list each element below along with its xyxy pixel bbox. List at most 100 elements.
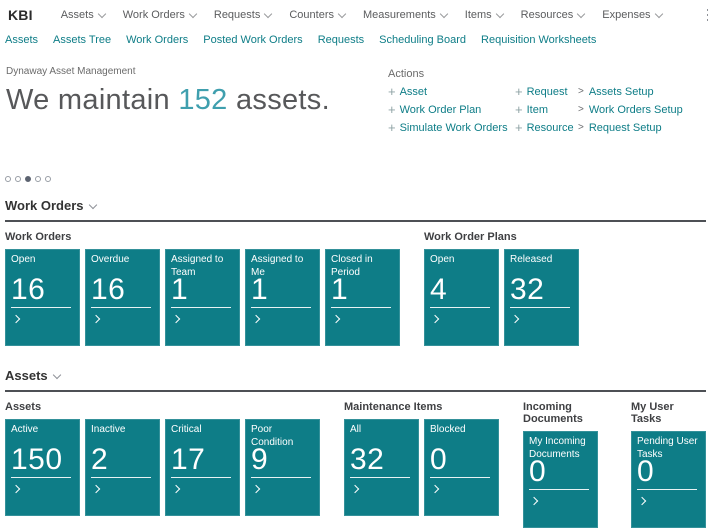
tile-poor-condition[interactable]: Poor Condition9 bbox=[245, 419, 320, 516]
action-simulate-work-orders[interactable]: +Simulate Work Orders bbox=[388, 122, 515, 134]
action-request[interactable]: +Request bbox=[515, 86, 578, 98]
menu-items[interactable]: Items bbox=[465, 9, 503, 21]
chevron-right-icon bbox=[351, 485, 359, 493]
headline-suffix: assets. bbox=[228, 84, 330, 116]
tiles-row: My Incoming Documents0 bbox=[523, 431, 607, 528]
tile-value: 150 bbox=[11, 443, 63, 477]
tile-blocked[interactable]: Blocked0 bbox=[424, 419, 499, 516]
quick-link-posted-work-orders[interactable]: Posted Work Orders bbox=[203, 34, 302, 46]
section-work-orders: Work Orders Work OrdersOpen16Overdue16Ass… bbox=[0, 198, 708, 346]
divider bbox=[91, 307, 151, 308]
tile-closed-in-period[interactable]: Closed in Period1 bbox=[325, 249, 400, 346]
chevron-down-icon bbox=[495, 9, 503, 17]
actions-title: Actions bbox=[388, 68, 700, 80]
menu-expenses[interactable]: Expenses bbox=[602, 9, 661, 21]
carousel-dot-5[interactable] bbox=[45, 176, 51, 182]
cue-sections: Work Orders Work OrdersOpen16Overdue16Ass… bbox=[0, 198, 708, 528]
chevron-right-icon: > bbox=[578, 105, 584, 115]
tile-value: 1 bbox=[331, 273, 348, 307]
divider bbox=[637, 489, 697, 490]
divider bbox=[251, 477, 311, 478]
tile-value: 0 bbox=[637, 455, 654, 489]
carousel-dot-3[interactable] bbox=[25, 176, 31, 182]
app-brand[interactable]: KBI bbox=[8, 7, 33, 23]
section-header-work-orders[interactable]: Work Orders bbox=[5, 198, 706, 222]
quick-link-work-orders[interactable]: Work Orders bbox=[126, 34, 188, 46]
quick-link-assets-tree[interactable]: Assets Tree bbox=[53, 34, 111, 46]
tile-released[interactable]: Released32 bbox=[504, 249, 579, 346]
tile-all[interactable]: All32 bbox=[344, 419, 419, 516]
quick-link-requisition-worksheets[interactable]: Requisition Worksheets bbox=[481, 34, 596, 46]
chevron-right-icon bbox=[431, 485, 439, 493]
divider bbox=[251, 307, 311, 308]
menu-work-orders[interactable]: Work Orders bbox=[123, 9, 196, 21]
divider bbox=[510, 307, 570, 308]
chevron-down-icon bbox=[264, 9, 272, 17]
carousel-dot-2[interactable] bbox=[15, 176, 21, 182]
actions-column: +Request +Item +Resource bbox=[515, 86, 578, 134]
tile-inactive[interactable]: Inactive2 bbox=[85, 419, 160, 516]
hero-section: Dynaway Asset Management We maintain 152… bbox=[0, 52, 708, 134]
tile-overdue[interactable]: Overdue16 bbox=[85, 249, 160, 346]
tile-pending-user-tasks[interactable]: Pending User Tasks0 bbox=[631, 431, 706, 528]
quick-links-bar: Assets Assets Tree Work Orders Posted Work … bbox=[0, 30, 708, 52]
divider bbox=[171, 477, 231, 478]
group-caption: Incoming Documents bbox=[523, 401, 607, 425]
carousel-dot-1[interactable] bbox=[5, 176, 11, 182]
menu-counters[interactable]: Counters bbox=[289, 9, 345, 21]
quick-link-assets[interactable]: Assets bbox=[5, 34, 38, 46]
chevron-right-icon bbox=[172, 485, 180, 493]
quick-link-scheduling-board[interactable]: Scheduling Board bbox=[379, 34, 466, 46]
tile-assigned-to-me[interactable]: Assigned to Me1 bbox=[245, 249, 320, 346]
chevron-right-icon bbox=[12, 485, 20, 493]
action-assets-setup[interactable]: >Assets Setup bbox=[578, 86, 700, 98]
action-work-orders-setup[interactable]: > Work Orders Setup bbox=[578, 104, 700, 116]
action-label: Request Setup bbox=[589, 122, 662, 134]
headline-block: Dynaway Asset Management We maintain 152… bbox=[6, 66, 388, 134]
divider bbox=[350, 477, 410, 478]
group-caption: My User Tasks bbox=[631, 401, 706, 425]
menu-resources[interactable]: Resources bbox=[521, 9, 585, 21]
chevron-down-icon bbox=[88, 201, 96, 209]
tile-active[interactable]: Active150 bbox=[5, 419, 80, 516]
section-header-assets[interactable]: Assets bbox=[5, 368, 706, 392]
carousel-dot-4[interactable] bbox=[35, 176, 41, 182]
menu-requests[interactable]: Requests bbox=[214, 9, 271, 21]
tile-value: 1 bbox=[251, 273, 268, 307]
action-work-order-plan[interactable]: +Work Order Plan bbox=[388, 104, 515, 116]
actions-column: >Assets Setup > Work Orders Setup >Request … bbox=[578, 86, 700, 134]
action-asset[interactable]: +Asset bbox=[388, 86, 515, 98]
tile-open[interactable]: Open4 bbox=[424, 249, 499, 346]
chevron-right-icon bbox=[172, 315, 180, 323]
action-label: Simulate Work Orders bbox=[400, 122, 508, 134]
chevron-right-icon bbox=[638, 497, 646, 505]
tiles-row: Open16Overdue16Assigned to Team1Assigned… bbox=[5, 249, 400, 346]
plus-icon: + bbox=[515, 87, 523, 97]
cue-group-work-order-plans: Work Order PlansOpen4Released32 bbox=[424, 231, 579, 346]
tile-value: 32 bbox=[510, 273, 544, 307]
action-request-setup[interactable]: >Request Setup bbox=[578, 122, 700, 134]
section-title: Assets bbox=[5, 368, 48, 383]
hamburger-icon[interactable] bbox=[704, 6, 708, 24]
tile-open[interactable]: Open16 bbox=[5, 249, 80, 346]
action-resource[interactable]: +Resource bbox=[515, 122, 578, 134]
cue-group-incoming-documents: Incoming Documents My Incoming Documents0 bbox=[523, 401, 607, 528]
menu-assets[interactable]: Assets bbox=[61, 9, 105, 21]
headline-text: We maintain 152 assets. bbox=[6, 84, 388, 117]
action-item[interactable]: +Item bbox=[515, 104, 578, 116]
section-title: Work Orders bbox=[5, 198, 84, 213]
cue-groups: AssetsActive150Inactive2Critical17Poor C… bbox=[5, 401, 706, 528]
tile-my-incoming-documents[interactable]: My Incoming Documents0 bbox=[523, 431, 598, 528]
tile-assigned-to-team[interactable]: Assigned to Team1 bbox=[165, 249, 240, 346]
tile-value: 0 bbox=[529, 455, 546, 489]
action-label: Work Orders Setup bbox=[589, 104, 683, 116]
divider bbox=[430, 477, 490, 478]
action-label: Assets Setup bbox=[589, 86, 654, 98]
tile-critical[interactable]: Critical17 bbox=[165, 419, 240, 516]
quick-link-requests[interactable]: Requests bbox=[318, 34, 364, 46]
headline-prefix: We maintain bbox=[6, 84, 178, 116]
divider bbox=[529, 489, 589, 490]
menu-measurements[interactable]: Measurements bbox=[363, 9, 447, 21]
tile-value: 9 bbox=[251, 443, 268, 477]
cue-groups: Work OrdersOpen16Overdue16Assigned to Te… bbox=[5, 231, 706, 346]
